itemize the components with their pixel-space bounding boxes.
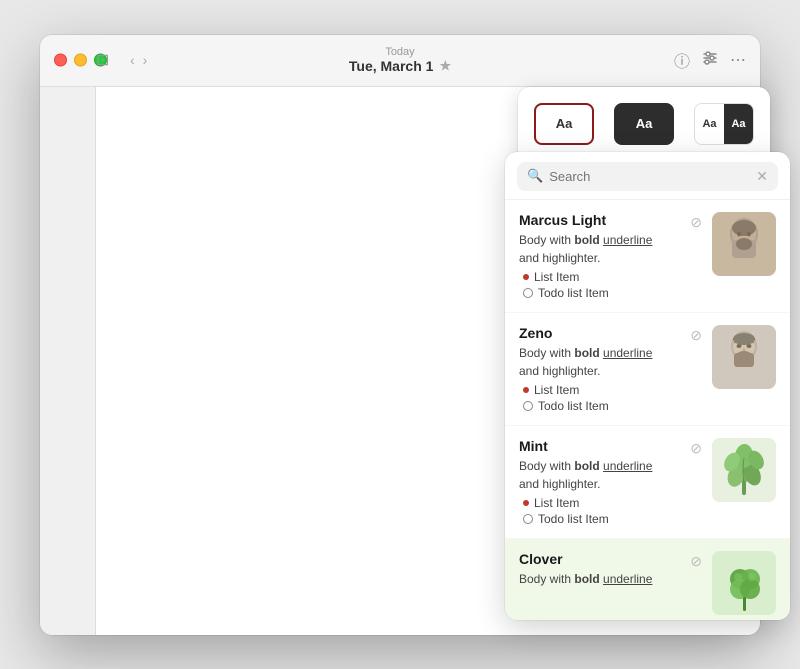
theme-todo-item: Todo list Item [523,286,680,300]
theme-item-zeno-content: Zeno Body with bold underlineand highlig… [519,325,680,413]
theme-thumbnail-zeno [712,325,776,389]
theme-item-clover[interactable]: Clover Body with bold underline ⊘ [505,539,790,620]
theme-thumbnail-mint [712,438,776,502]
bullet-dot-icon [523,500,529,506]
theme-item-zeno-bullets: List Item Todo list Item [519,383,680,413]
bullet-circle-icon [523,288,533,298]
theme-list: Marcus Light Body with bold underlineand… [505,200,790,620]
sidebar-toggle-icon[interactable]: ⊡ [96,50,109,70]
theme-edit-icon[interactable]: ⊘ [690,440,702,457]
bullet-circle-icon [523,401,533,411]
theme-todo-item: Todo list Item [523,512,680,526]
theme-item-zeno[interactable]: Zeno Body with bold underlineand highlig… [505,313,790,426]
theme-edit-icon[interactable]: ⊘ [690,327,702,344]
appearance-auto-right: Aa [724,104,753,144]
theme-item-mint[interactable]: Mint Body with bold underlineand highlig… [505,426,790,539]
theme-item-zeno-title: Zeno [519,325,680,341]
theme-panel: 🔍 ✕ Marcus Light Body with bold underlin… [505,152,790,620]
titlebar-title: Tue, March 1 ★ [349,58,451,74]
theme-item-marcus-light[interactable]: Marcus Light Body with bold underlineand… [505,200,790,313]
nav-prev-button[interactable]: ‹ [130,52,135,68]
nav-next-button[interactable]: › [143,52,148,68]
main-window: ⊡ ‹ › Today Tue, March 1 ★ ⓘ [40,35,760,635]
theme-bullet-item: List Item [523,270,680,284]
more-icon[interactable]: ⋯ [730,50,746,70]
theme-edit-icon[interactable]: ⊘ [690,553,702,570]
info-icon[interactable]: ⓘ [674,48,690,72]
theme-item-marcus-light-body: Body with bold underlineand highlighter. [519,231,680,267]
theme-bullet-item: List Item [523,496,680,510]
appearance-auto-left: Aa [695,104,724,144]
theme-item-marcus-light-bullets: List Item Todo list Item [519,270,680,300]
theme-thumbnail-marcus [712,212,776,276]
search-bar: 🔍 ✕ [517,162,778,191]
theme-item-clover-title: Clover [519,551,680,567]
theme-thumbnail-clover [712,551,776,615]
close-button[interactable] [54,54,67,67]
window-body: › Aa Light Aa Dark [40,87,760,635]
theme-edit-icon[interactable]: ⊘ [690,214,702,231]
titlebar-center: Today Tue, March 1 ★ [349,46,451,74]
theme-item-zeno-body: Body with bold underlineand highlighter. [519,344,680,380]
theme-item-marcus-light-title: Marcus Light [519,212,680,228]
titlebar-actions: ⓘ ⋯ [674,48,746,72]
appearance-auto-preview: Aa Aa [694,103,754,145]
theme-search-area: 🔍 ✕ [505,152,790,200]
theme-item-mint-body: Body with bold underlineand highlighter. [519,457,680,493]
theme-item-mint-bullets: List Item Todo list Item [519,496,680,526]
theme-todo-item: Todo list Item [523,399,680,413]
titlebar-subtitle: Today [349,46,451,58]
theme-item-mint-content: Mint Body with bold underlineand highlig… [519,438,680,526]
search-input[interactable] [549,169,750,184]
bullet-circle-icon [523,514,533,524]
theme-item-marcus-light-content: Marcus Light Body with bold underlineand… [519,212,680,300]
appearance-auto-inner: Aa Aa [695,104,753,144]
theme-item-mint-title: Mint [519,438,680,454]
theme-item-clover-content: Clover Body with bold underline [519,551,680,588]
bullet-dot-icon [523,387,529,393]
titlebar: ⊡ ‹ › Today Tue, March 1 ★ ⓘ [40,35,760,87]
bullet-dot-icon [523,274,529,280]
nav-arrows: ‹ › [130,52,147,68]
star-icon[interactable]: ★ [439,58,451,74]
close-search-button[interactable]: ✕ [756,168,768,185]
appearance-dark-preview: Aa [614,103,674,145]
search-icon: 🔍 [527,168,543,184]
theme-bullet-item: List Item [523,383,680,397]
theme-item-clover-body: Body with bold underline [519,570,680,588]
sidebar [40,87,96,635]
sliders-icon[interactable] [702,50,718,71]
appearance-light-preview: Aa [534,103,594,145]
minimize-button[interactable] [74,54,87,67]
